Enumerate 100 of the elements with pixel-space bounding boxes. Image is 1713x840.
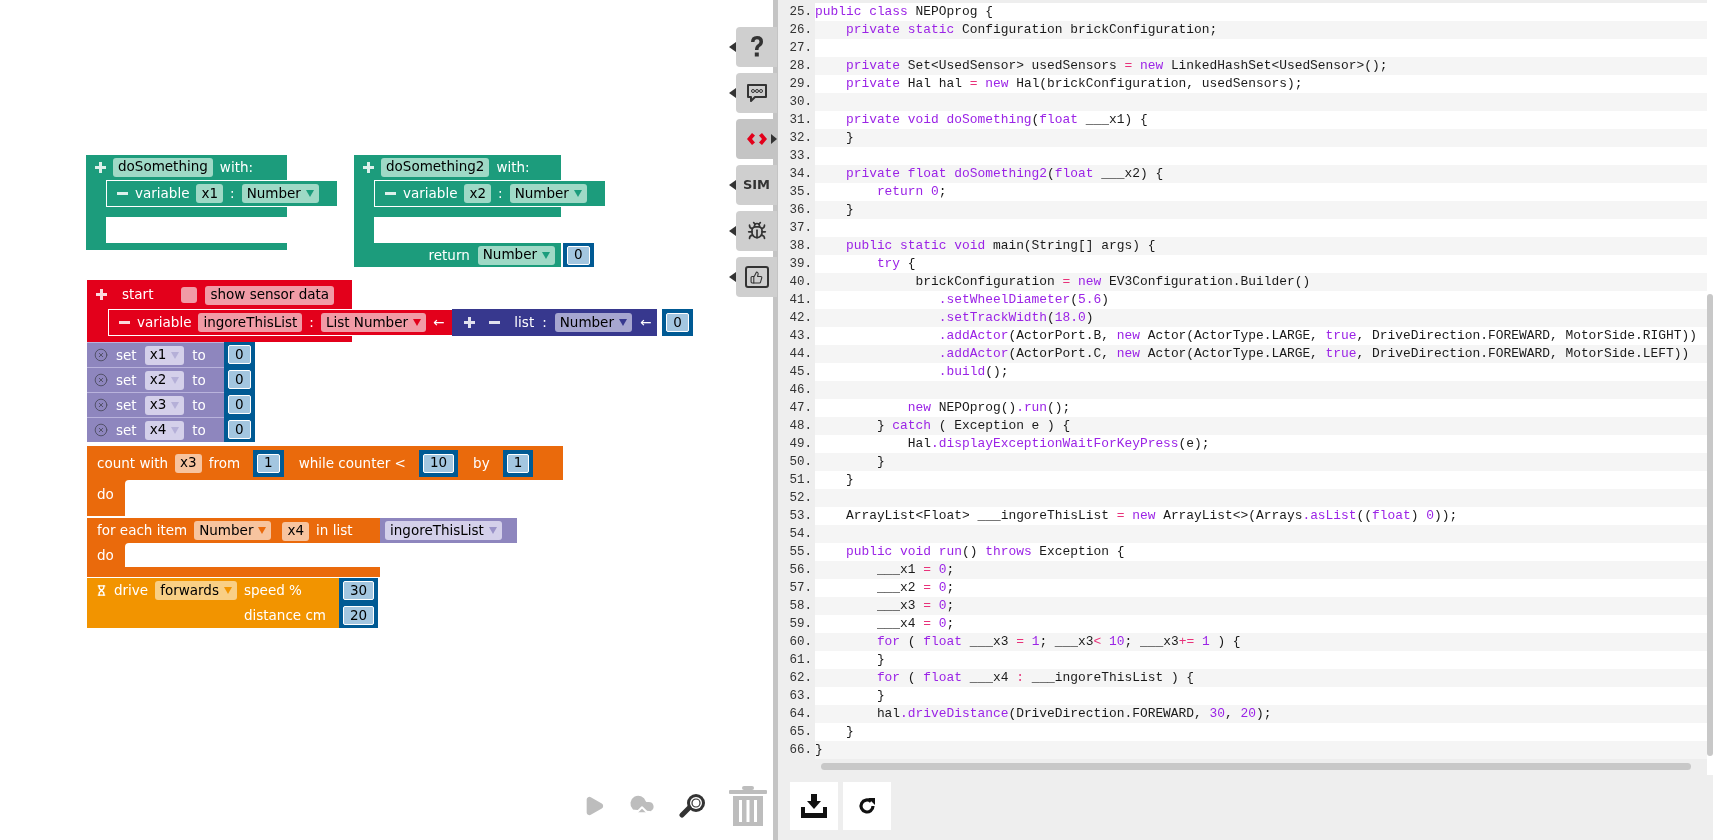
zoom-reset-icon[interactable]	[679, 792, 707, 820]
block-label: with:	[496, 157, 530, 177]
line-number: 60.	[788, 633, 813, 651]
line-number: 53.	[788, 507, 813, 525]
field[interactable]: x4	[282, 521, 310, 541]
arrow: ←	[640, 313, 652, 333]
block-label: in list	[316, 521, 353, 541]
line-number: 26.	[788, 21, 813, 39]
block-label: variable	[135, 184, 190, 204]
line-number: 27.	[788, 39, 813, 57]
caret-icon	[573, 190, 582, 197]
line-number: 54.	[788, 525, 813, 543]
line-number: 32.	[788, 129, 813, 147]
field[interactable]: show sensor data	[205, 285, 335, 305]
field[interactable]: Number	[194, 521, 272, 540]
set-block[interactable]: set x4 to	[87, 417, 224, 442]
field[interactable]: Number	[477, 245, 555, 265]
field[interactable]: Number	[241, 184, 319, 203]
pointer-icon	[728, 180, 736, 190]
block-label: to	[192, 420, 206, 440]
line-number: 41.	[788, 291, 813, 309]
field[interactable]: x3	[144, 395, 185, 415]
line-number: 58.	[788, 597, 813, 615]
list-block[interactable]: list : Number ←	[452, 309, 658, 336]
field[interactable]: ingoreThisList	[198, 313, 303, 332]
field[interactable]: doSomething2	[381, 157, 490, 177]
pointer-icon	[728, 88, 736, 98]
caret-icon	[171, 426, 180, 434]
set-block[interactable]: set x3 to	[87, 392, 224, 417]
start-block[interactable]: start show sensor data	[87, 280, 352, 309]
pointer-icon	[771, 134, 777, 144]
caret-icon	[305, 190, 314, 197]
set-block[interactable]: set x2 to	[87, 367, 224, 392]
plus-icon[interactable]	[464, 317, 476, 328]
line-number: 49.	[788, 435, 813, 453]
caret-icon	[488, 527, 497, 534]
line-number: 64.	[788, 705, 813, 723]
block-label: speed %	[243, 581, 302, 601]
checkbox[interactable]	[181, 286, 198, 303]
field[interactable]: x2	[144, 370, 185, 390]
block-label: set	[116, 420, 137, 440]
trash-icon[interactable]	[729, 786, 767, 826]
horizontal-scrollbar[interactable]	[821, 763, 1691, 770]
minus-icon[interactable]	[489, 321, 501, 324]
download-button[interactable]	[790, 782, 838, 830]
field[interactable]: doSomething	[113, 157, 213, 177]
variable-block[interactable]: variable ingoreThisList : List Number ←	[108, 309, 453, 336]
tool-tab[interactable]	[736, 27, 777, 67]
block-label: while counter <	[298, 454, 406, 471]
caret-icon	[171, 401, 180, 409]
field[interactable]: x2	[464, 184, 492, 203]
line-number: 52.	[788, 489, 813, 507]
clear-icon[interactable]	[94, 398, 108, 412]
pointer-icon	[728, 272, 736, 282]
block-label: for each item	[97, 521, 188, 541]
loop-block[interactable]: for each item Number x4 in list do	[87, 518, 380, 577]
pointer-icon	[728, 226, 736, 236]
caret-icon	[542, 251, 550, 259]
tool-tab[interactable]	[736, 73, 777, 113]
parameter-block[interactable]: variable x2 : Number	[374, 180, 605, 207]
block-label: do	[97, 545, 114, 565]
set-block[interactable]: set x1 to	[87, 342, 224, 367]
line-number: 56.	[788, 561, 813, 579]
line-number: 28.	[788, 57, 813, 75]
parameter-block[interactable]: variable x1 : Number	[106, 180, 337, 207]
tool-tab[interactable]	[736, 211, 777, 251]
refresh-button[interactable]	[843, 782, 891, 830]
field[interactable]: x1	[144, 345, 185, 365]
line-number: 33.	[788, 147, 813, 165]
field[interactable]: x3	[175, 453, 202, 473]
line-number: 51.	[788, 471, 813, 489]
hourglass-icon	[96, 585, 107, 596]
line-number: 59.	[788, 615, 813, 633]
field[interactable]: Number	[554, 313, 632, 332]
clear-icon[interactable]	[94, 348, 108, 362]
field[interactable]: ingoreThisList	[385, 521, 502, 540]
tool-tab[interactable]: SIM	[736, 165, 777, 205]
clear-icon[interactable]	[94, 373, 108, 387]
block-label: count with	[97, 453, 169, 473]
vertical-scrollbar[interactable]	[1707, 294, 1713, 756]
plus-icon[interactable]	[96, 289, 107, 300]
block-label: to	[192, 345, 206, 365]
tool-tab[interactable]	[736, 257, 777, 297]
line-number: 61.	[788, 651, 813, 669]
field[interactable]: x1	[196, 184, 224, 203]
line-number: 44.	[788, 345, 813, 363]
field[interactable]: forwards	[155, 581, 237, 600]
list-variable-block[interactable]: ingoreThisList	[380, 518, 517, 543]
clear-icon[interactable]	[94, 423, 108, 437]
line-number: 38.	[788, 237, 813, 255]
field[interactable]: Number	[509, 184, 587, 203]
field[interactable]: x4	[144, 420, 185, 440]
download-icon	[801, 794, 827, 818]
field[interactable]: List Number	[320, 313, 427, 332]
separator: :	[309, 313, 314, 333]
line-number: 31.	[788, 111, 813, 129]
line-number: 34.	[788, 165, 813, 183]
drive-block[interactable]: drive forwards speed % distance cm	[87, 578, 339, 628]
line-number: 57.	[788, 579, 813, 597]
block-label: variable	[137, 313, 192, 333]
